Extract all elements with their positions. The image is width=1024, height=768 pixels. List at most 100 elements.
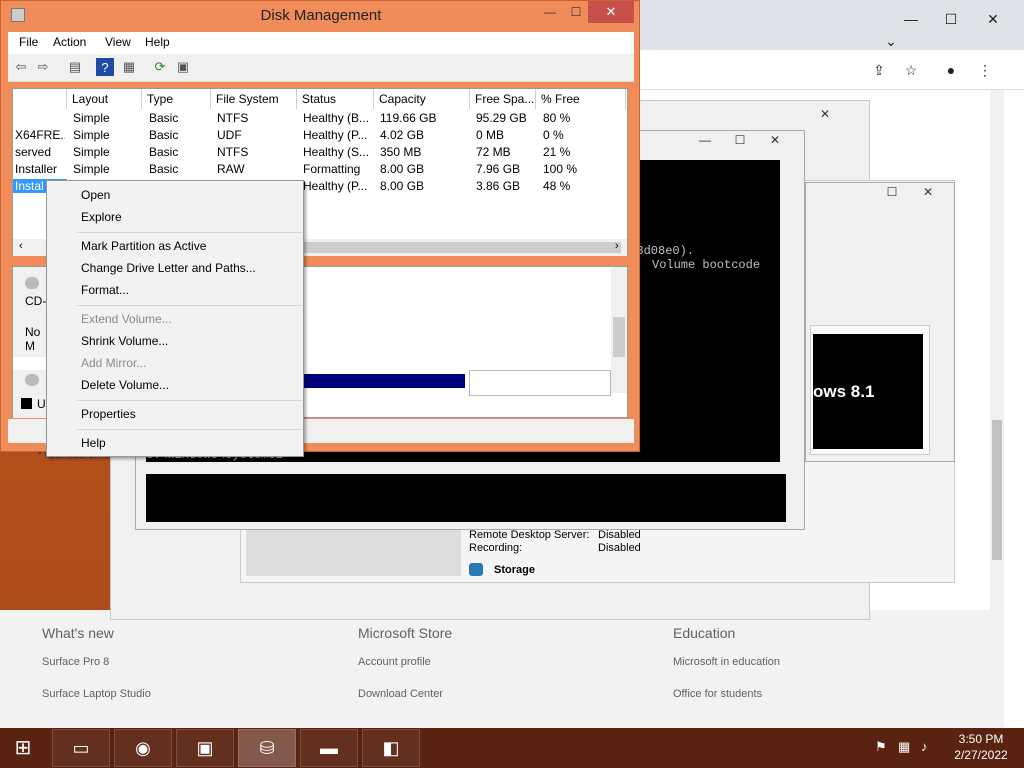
- table-row[interactable]: X64FRE... Simple Basic UDF Healthy (P...…: [13, 128, 627, 145]
- info-value: Disabled: [598, 542, 641, 554]
- scrollbar-thumb[interactable]: [613, 317, 625, 357]
- page-scrollbar-thumb[interactable]: [992, 420, 1002, 560]
- menu-item-shrink-volume[interactable]: Shrink Volume...: [81, 334, 168, 348]
- footer-link[interactable]: Microsoft in education: [673, 656, 780, 668]
- close-icon[interactable]: ✕: [761, 133, 789, 147]
- scrollbar-thumb[interactable]: [303, 242, 621, 253]
- browser-toolbar: ⇪ ☆ ● ⋮: [636, 50, 1024, 90]
- back-icon[interactable]: ⇦: [12, 58, 30, 76]
- partition-bar[interactable]: [303, 374, 465, 388]
- menu-action[interactable]: Action: [53, 35, 86, 49]
- table-row[interactable]: Simple Basic NTFS Healthy (B... 119.66 G…: [13, 111, 627, 128]
- disk-management-icon[interactable]: ⛁: [238, 729, 296, 767]
- forward-icon[interactable]: ⇨: [34, 58, 52, 76]
- menu-item-open[interactable]: Open: [81, 188, 110, 202]
- file-explorer-icon[interactable]: ▭: [52, 729, 110, 767]
- cell-volume: Installer: [15, 162, 58, 176]
- column-header-status[interactable]: Status: [297, 89, 374, 109]
- column-header-percent-free[interactable]: % Free: [536, 89, 626, 109]
- virtualbox-icon[interactable]: ▣: [176, 729, 234, 767]
- close-button[interactable]: ✕: [588, 1, 634, 23]
- cell-free: 72 MB: [476, 145, 511, 159]
- column-header-capacity[interactable]: Capacity: [374, 89, 470, 109]
- footer-link[interactable]: Surface Pro 8: [42, 656, 109, 668]
- menu-item-help[interactable]: Help: [81, 436, 106, 450]
- menu-item-properties[interactable]: Properties: [81, 407, 136, 421]
- console-scrollbar[interactable]: [781, 160, 797, 462]
- menu-item-format[interactable]: Format...: [81, 283, 129, 297]
- maximize-icon[interactable]: ☐: [726, 133, 754, 147]
- scroll-right-icon[interactable]: ›: [615, 240, 619, 252]
- clock-time[interactable]: 3:50 PM: [948, 732, 1014, 746]
- maximize-icon[interactable]: ☐: [562, 5, 590, 19]
- chrome-icon[interactable]: ◉: [114, 729, 172, 767]
- cell-free: 95.29 GB: [476, 111, 527, 125]
- flag-icon[interactable]: ⚑: [875, 739, 891, 755]
- profile-icon[interactable]: ●: [936, 57, 966, 83]
- network-icon[interactable]: ▦: [898, 739, 914, 755]
- cell-capacity: 350 MB: [380, 145, 422, 159]
- menu-separator: [77, 232, 302, 233]
- partition-box[interactable]: [469, 370, 611, 396]
- menu-separator: [77, 429, 302, 430]
- scroll-left-icon[interactable]: ‹: [19, 240, 23, 252]
- refresh-icon[interactable]: ⟳: [151, 58, 169, 76]
- footer-link[interactable]: Account profile: [358, 656, 431, 668]
- cell-free: 0 MB: [476, 128, 505, 142]
- graph-vertical-scrollbar[interactable]: [611, 267, 627, 393]
- close-icon[interactable]: ✕: [811, 107, 839, 121]
- menu-icon[interactable]: ⋮: [970, 57, 1000, 83]
- cell-type: Basic: [149, 162, 179, 176]
- column-header-type[interactable]: Type: [142, 89, 211, 109]
- close-icon[interactable]: ✕: [914, 185, 942, 199]
- menu-item-delete-volume[interactable]: Delete Volume...: [81, 378, 169, 392]
- panel-block: [246, 526, 461, 576]
- volume-icon[interactable]: ♪: [921, 739, 937, 755]
- app-icon[interactable]: ◧: [362, 729, 420, 767]
- footer-heading: What's new: [42, 625, 114, 641]
- footer-link[interactable]: Office for students: [673, 688, 762, 700]
- maximize-icon[interactable]: ☐: [936, 6, 966, 32]
- cell-percent: 80 %: [543, 111, 571, 125]
- help-icon[interactable]: ?: [96, 58, 114, 76]
- footer-link[interactable]: Surface Laptop Studio: [42, 688, 151, 700]
- vm-display[interactable]: ows 8.1: [813, 334, 923, 449]
- menu-file[interactable]: File: [19, 35, 38, 49]
- page-footer: What's new Surface Pro 8 Surface Laptop …: [0, 610, 1004, 728]
- console-output-secondary[interactable]: [146, 474, 786, 522]
- close-icon[interactable]: ✕: [978, 6, 1008, 32]
- column-header-volume[interactable]: [13, 89, 67, 109]
- cmd-icon[interactable]: ▬: [300, 729, 358, 767]
- column-header-free-space[interactable]: Free Spa...: [470, 89, 536, 109]
- menu-item-change-drive-letter[interactable]: Change Drive Letter and Paths...: [81, 261, 256, 275]
- start-windows-icon[interactable]: ⊞: [8, 736, 38, 760]
- rescan-icon[interactable]: ▣: [174, 58, 192, 76]
- share-icon[interactable]: ⇪: [864, 57, 894, 83]
- column-header-layout[interactable]: Layout: [67, 89, 142, 109]
- table-row[interactable]: served Simple Basic NTFS Healthy (S... 3…: [13, 145, 627, 162]
- console-icon[interactable]: ▤: [66, 58, 84, 76]
- cell-percent: 48 %: [543, 179, 571, 193]
- menu-help[interactable]: Help: [145, 35, 170, 49]
- bookmark-star-icon[interactable]: ☆: [896, 57, 926, 83]
- minimize-icon[interactable]: —: [896, 6, 926, 32]
- cell-layout: Simple: [73, 128, 110, 142]
- clock-date[interactable]: 2/27/2022: [948, 748, 1014, 762]
- table-row[interactable]: Installer Simple Basic RAW Formatting 8.…: [13, 162, 627, 179]
- context-menu: Open Explore Mark Partition as Active Ch…: [46, 180, 304, 457]
- properties-icon[interactable]: ▦: [120, 58, 138, 76]
- menu-view[interactable]: View: [105, 35, 131, 49]
- cell-free: 7.96 GB: [476, 162, 521, 176]
- cell-filesystem: NTFS: [217, 145, 249, 159]
- column-header-filesystem[interactable]: File System: [211, 89, 297, 109]
- minimize-icon[interactable]: —: [691, 133, 719, 147]
- menu-item-mark-active[interactable]: Mark Partition as Active: [81, 239, 206, 253]
- footer-heading: Education: [673, 625, 736, 641]
- footer-link[interactable]: Download Center: [358, 688, 443, 700]
- info-value: Disabled: [598, 529, 641, 541]
- minimize-icon[interactable]: —: [536, 5, 564, 19]
- menu-item-explore[interactable]: Explore: [81, 210, 122, 224]
- cell-capacity: 8.00 GB: [380, 179, 425, 193]
- maximize-icon[interactable]: ☐: [878, 185, 906, 199]
- storage-icon: [469, 563, 483, 576]
